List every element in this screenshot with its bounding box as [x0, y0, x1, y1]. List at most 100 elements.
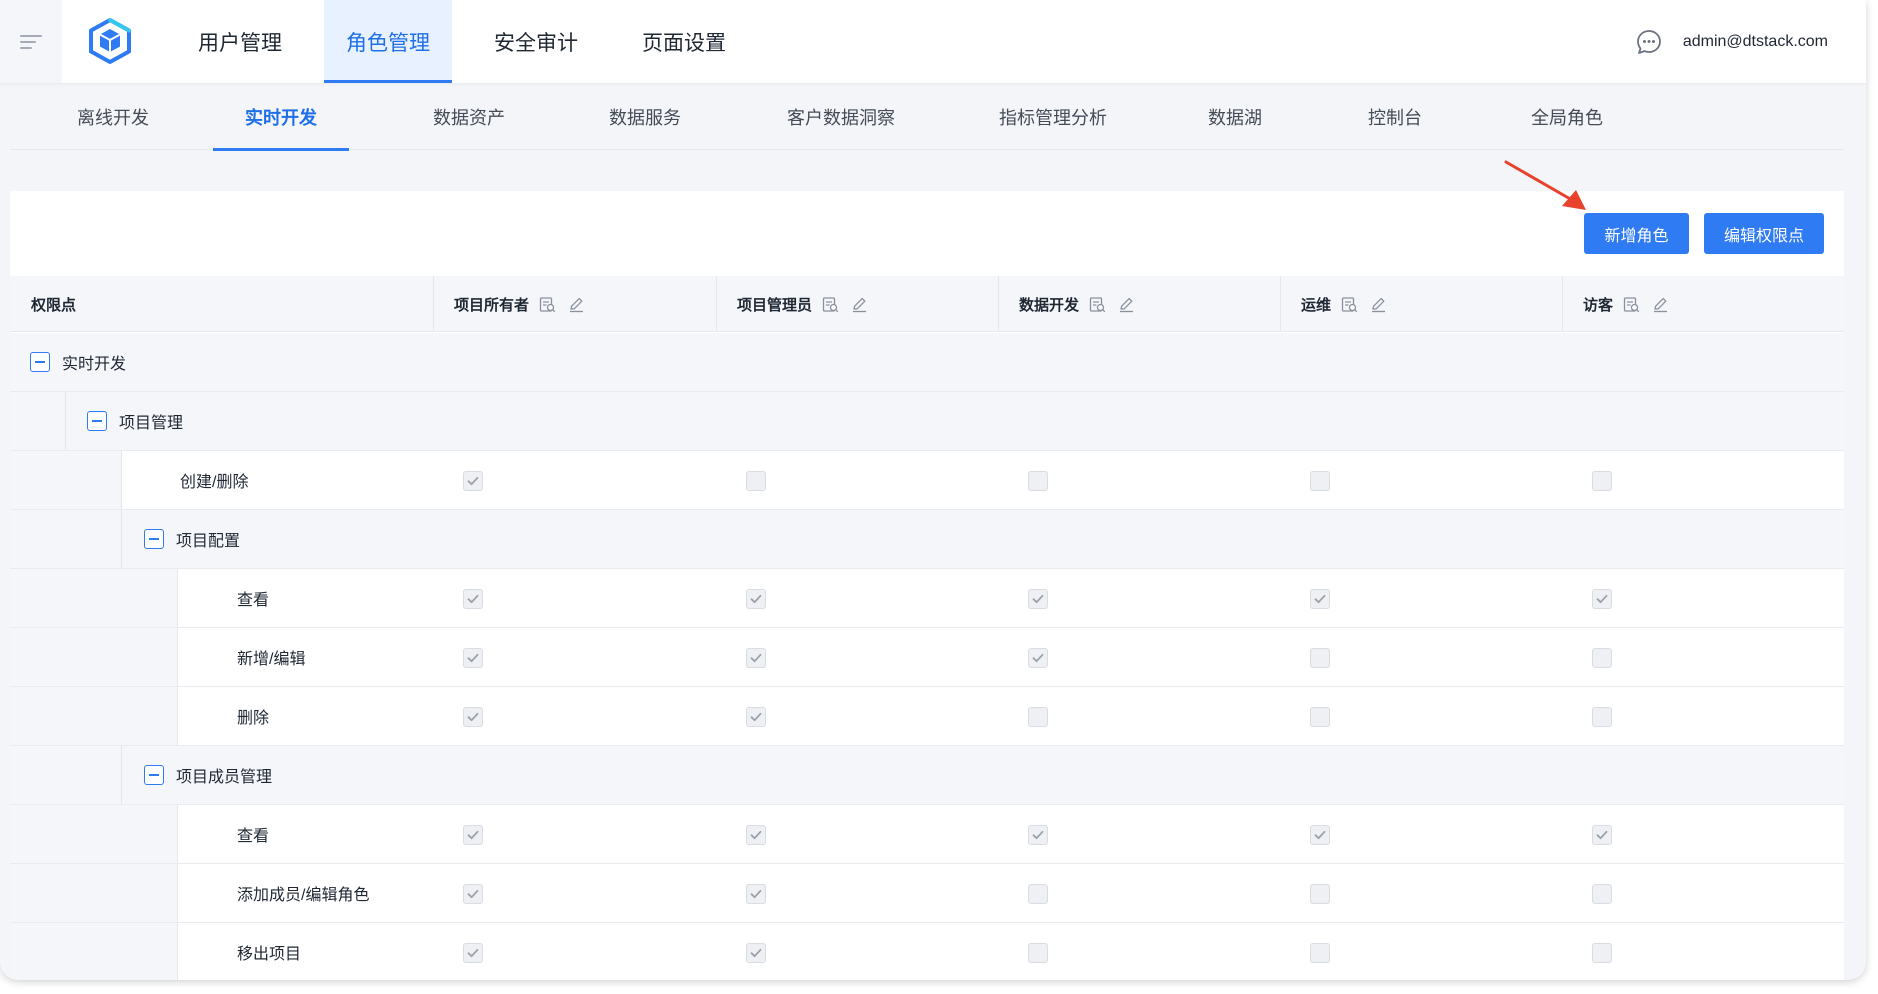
- subtab-data-service[interactable]: 数据服务: [590, 84, 700, 150]
- table-row: 删除: [10, 687, 1844, 746]
- add-role-button[interactable]: 新增角色: [1584, 213, 1689, 254]
- view-icon[interactable]: [1089, 296, 1106, 313]
- row-text: 新增/编辑: [237, 651, 306, 668]
- permission-checkbox[interactable]: [1310, 884, 1330, 904]
- menu-icon[interactable]: [0, 0, 62, 83]
- edit-icon[interactable]: [1118, 296, 1135, 313]
- permission-checkbox[interactable]: [1592, 648, 1612, 668]
- row-text: 添加成员/编辑角色: [237, 887, 370, 904]
- permission-checkbox-checked[interactable]: [463, 648, 483, 668]
- permission-column-header: 权限点: [31, 296, 77, 314]
- subtab-global-roles[interactable]: 全局角色: [1512, 84, 1622, 150]
- permission-checkbox-checked[interactable]: [463, 884, 483, 904]
- permission-checkbox-checked[interactable]: [1028, 648, 1048, 668]
- edit-icon[interactable]: [851, 296, 868, 313]
- collapse-icon[interactable]: [30, 352, 50, 372]
- checkbox-check-icon: [1032, 830, 1044, 840]
- permission-checkbox[interactable]: [1028, 943, 1048, 963]
- view-icon[interactable]: [822, 296, 839, 313]
- row-indent: [10, 569, 178, 627]
- checkbox-check-icon: [467, 594, 479, 604]
- permission-checkbox-checked[interactable]: [1028, 825, 1048, 845]
- role-column-header-visitor: 访客: [1583, 276, 1669, 332]
- permission-checkbox[interactable]: [1592, 943, 1612, 963]
- main-tab-user-management[interactable]: 用户管理: [176, 0, 304, 83]
- role-column-header-project-owner: 项目所有者: [454, 276, 585, 332]
- subtab-metric-analysis[interactable]: 指标管理分析: [980, 84, 1126, 150]
- subtab-customer-insight[interactable]: 客户数据洞察: [768, 84, 914, 150]
- checkbox-check-icon: [467, 948, 479, 958]
- role-column-header-operations: 运维: [1301, 276, 1387, 332]
- table-group-row: 项目成员管理: [10, 746, 1844, 805]
- permission-checkbox-checked[interactable]: [463, 589, 483, 609]
- collapse-icon[interactable]: [87, 411, 107, 431]
- main-tab-role-management[interactable]: 角色管理: [324, 0, 452, 83]
- subtab-data-lake[interactable]: 数据湖: [1195, 84, 1275, 150]
- row-text: 移出项目: [237, 946, 302, 963]
- subtab-realtime-dev[interactable]: 实时开发: [213, 84, 349, 151]
- checkbox-check-icon: [467, 653, 479, 663]
- edit-icon[interactable]: [1652, 296, 1669, 313]
- permission-checkbox[interactable]: [1310, 471, 1330, 491]
- permission-checkbox-checked[interactable]: [463, 471, 483, 491]
- edit-icon[interactable]: [568, 296, 585, 313]
- app-logo-icon: [89, 18, 131, 64]
- chat-icon[interactable]: [1635, 28, 1663, 56]
- row-indent: [10, 628, 178, 686]
- permission-checkbox-checked[interactable]: [1592, 825, 1612, 845]
- permission-checkbox[interactable]: [746, 471, 766, 491]
- collapse-icon[interactable]: [144, 765, 164, 785]
- edit-permissions-button[interactable]: 编辑权限点: [1704, 213, 1824, 254]
- permission-checkbox-checked[interactable]: [1310, 589, 1330, 609]
- permission-checkbox-checked[interactable]: [1028, 589, 1048, 609]
- view-icon[interactable]: [539, 296, 556, 313]
- permission-checkbox[interactable]: [1028, 884, 1048, 904]
- permission-checkbox-checked[interactable]: [746, 589, 766, 609]
- checkbox-check-icon: [467, 476, 479, 486]
- checkbox-check-icon: [750, 830, 762, 840]
- role-column-header-data-developer: 数据开发: [1019, 276, 1135, 332]
- permission-checkbox-checked[interactable]: [1310, 825, 1330, 845]
- permission-checkbox[interactable]: [1592, 707, 1612, 727]
- permission-checkbox[interactable]: [1310, 648, 1330, 668]
- row-text: 项目管理: [119, 415, 184, 432]
- permission-checkbox-checked[interactable]: [463, 943, 483, 963]
- user-email[interactable]: admin@dtstack.com: [1683, 33, 1828, 51]
- checkbox-check-icon: [750, 948, 762, 958]
- permission-checkbox[interactable]: [1028, 471, 1048, 491]
- permission-checkbox-checked[interactable]: [1592, 589, 1612, 609]
- column-separator: [998, 276, 999, 332]
- permission-checkbox-checked[interactable]: [463, 707, 483, 727]
- main-tab-page-settings[interactable]: 页面设置: [620, 0, 748, 83]
- app-window: 用户管理 角色管理 安全审计 页面设置 admin@dtstack.com 离线…: [0, 0, 1866, 980]
- permission-checkbox[interactable]: [1592, 884, 1612, 904]
- subtab-data-assets[interactable]: 数据资产: [414, 84, 524, 150]
- view-icon[interactable]: [1623, 296, 1640, 313]
- permission-checkbox[interactable]: [1028, 707, 1048, 727]
- permission-checkbox-checked[interactable]: [746, 648, 766, 668]
- permission-checkbox[interactable]: [1592, 471, 1612, 491]
- checkbox-check-icon: [750, 653, 762, 663]
- checkbox-check-icon: [1314, 594, 1326, 604]
- permission-label: 移出项目: [237, 923, 301, 980]
- table-row: 移出项目: [10, 923, 1844, 980]
- main-tab-security-audit[interactable]: 安全审计: [472, 0, 600, 83]
- permission-checkbox-checked[interactable]: [746, 943, 766, 963]
- subtab-console[interactable]: 控制台: [1355, 84, 1435, 150]
- subtab-offline-dev[interactable]: 离线开发: [58, 84, 168, 150]
- role-name: 项目所有者: [454, 296, 530, 314]
- edit-icon[interactable]: [1370, 296, 1387, 313]
- permission-checkbox[interactable]: [1310, 707, 1330, 727]
- checkbox-check-icon: [750, 712, 762, 722]
- permission-label: 删除: [237, 687, 269, 745]
- permission-checkbox-checked[interactable]: [746, 884, 766, 904]
- table-row: 新增/编辑: [10, 628, 1844, 687]
- row-indent: [10, 451, 122, 509]
- view-icon[interactable]: [1341, 296, 1358, 313]
- checkbox-check-icon: [1596, 830, 1608, 840]
- permission-checkbox[interactable]: [1310, 943, 1330, 963]
- permission-checkbox-checked[interactable]: [463, 825, 483, 845]
- collapse-icon[interactable]: [144, 529, 164, 549]
- permission-checkbox-checked[interactable]: [746, 825, 766, 845]
- permission-checkbox-checked[interactable]: [746, 707, 766, 727]
